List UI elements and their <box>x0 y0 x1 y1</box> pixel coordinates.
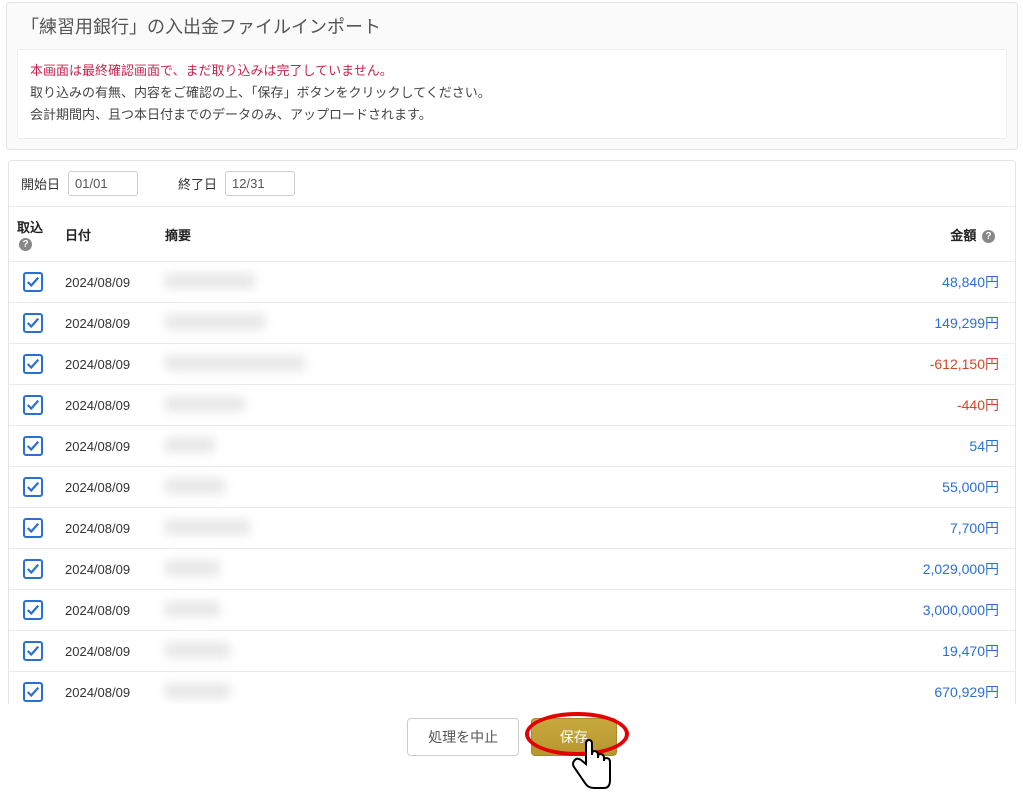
row-date: 2024/08/09 <box>57 590 157 631</box>
import-checkbox[interactable] <box>23 518 43 538</box>
transactions-table-wrap[interactable]: 取込 ? 日付 摘要 金額 ? 2024/08/0948,840円2024/08… <box>8 206 1016 704</box>
row-date: 2024/08/09 <box>57 262 157 303</box>
date-range-row: 開始日 終了日 <box>8 160 1016 206</box>
import-checkbox[interactable] <box>23 682 43 702</box>
row-desc <box>157 303 765 344</box>
notice-line2: 取り込みの有無、内容をご確認の上、「保存」ボタンをクリックしてください。 <box>30 85 491 100</box>
import-checkbox[interactable] <box>23 641 43 661</box>
row-desc <box>157 344 765 385</box>
row-amount: 149,299円 <box>765 303 1015 344</box>
end-date-input[interactable] <box>225 171 295 196</box>
col-amount-header: 金額 ? <box>765 207 1015 262</box>
row-amount: 2,029,000円 <box>765 549 1015 590</box>
help-icon[interactable]: ? <box>982 230 995 243</box>
import-checkbox[interactable] <box>23 559 43 579</box>
row-desc <box>157 426 765 467</box>
start-date-label: 開始日 <box>21 174 60 193</box>
row-amount: 48,840円 <box>765 262 1015 303</box>
start-date-input[interactable] <box>68 171 138 196</box>
notice-line3: 会計期間内、且つ本日付までのデータのみ、アップロードされます。 <box>30 107 432 122</box>
table-row: 2024/08/09 54円 <box>9 426 1015 467</box>
notice-warning: 本画面は最終確認画面で、まだ取り込みは完了していません。 <box>30 63 393 78</box>
row-desc <box>157 590 765 631</box>
import-checkbox[interactable] <box>23 477 43 497</box>
import-panel: 「練習用銀行」の入出金ファイルインポート 本画面は最終確認画面で、まだ取り込みは… <box>6 2 1018 150</box>
row-date: 2024/08/09 <box>57 344 157 385</box>
table-row: 2024/08/09 19,470円 <box>9 631 1015 672</box>
import-checkbox[interactable] <box>23 313 43 333</box>
row-date: 2024/08/09 <box>57 467 157 508</box>
row-amount: 7,700円 <box>765 508 1015 549</box>
row-amount: 55,000円 <box>765 467 1015 508</box>
footer-buttons: 処理を中止 保存 <box>0 718 1024 756</box>
row-date: 2024/08/09 <box>57 385 157 426</box>
help-icon[interactable]: ? <box>19 238 32 251</box>
row-date: 2024/08/09 <box>57 549 157 590</box>
row-desc <box>157 467 765 508</box>
col-date-header: 日付 <box>57 207 157 262</box>
notice-box: 本画面は最終確認画面で、まだ取り込みは完了していません。 取り込みの有無、内容を… <box>17 49 1007 139</box>
row-desc <box>157 549 765 590</box>
cancel-button[interactable]: 処理を中止 <box>407 718 519 756</box>
row-date: 2024/08/09 <box>57 631 157 672</box>
end-date-label: 終了日 <box>178 174 217 193</box>
save-button[interactable]: 保存 <box>531 718 617 756</box>
row-amount: 54円 <box>765 426 1015 467</box>
row-date: 2024/08/09 <box>57 426 157 467</box>
table-row: 2024/08/09 -440円 <box>9 385 1015 426</box>
table-row: 2024/08/09 48,840円 <box>9 262 1015 303</box>
table-row: 2024/08/09 7,700円 <box>9 508 1015 549</box>
page-title: 「練習用銀行」の入出金ファイルインポート <box>7 3 1017 49</box>
transactions-table: 取込 ? 日付 摘要 金額 ? 2024/08/0948,840円2024/08… <box>9 206 1015 704</box>
table-header-row: 取込 ? 日付 摘要 金額 ? <box>9 207 1015 262</box>
table-row: 2024/08/09 2,029,000円 <box>9 549 1015 590</box>
row-date: 2024/08/09 <box>57 508 157 549</box>
import-checkbox[interactable] <box>23 600 43 620</box>
row-amount: 19,470円 <box>765 631 1015 672</box>
row-date: 2024/08/09 <box>57 303 157 344</box>
table-row: 2024/08/09 3,000,000円 <box>9 590 1015 631</box>
import-checkbox[interactable] <box>23 436 43 456</box>
table-row: 2024/08/09 -612,150円 <box>9 344 1015 385</box>
row-date: 2024/08/09 <box>57 672 157 704</box>
import-checkbox[interactable] <box>23 272 43 292</box>
row-desc <box>157 508 765 549</box>
row-desc <box>157 385 765 426</box>
table-row: 2024/08/09 55,000円 <box>9 467 1015 508</box>
col-desc-header: 摘要 <box>157 207 765 262</box>
row-amount: 670,929円 <box>765 672 1015 704</box>
import-checkbox[interactable] <box>23 395 43 415</box>
row-amount: 3,000,000円 <box>765 590 1015 631</box>
import-checkbox[interactable] <box>23 354 43 374</box>
row-desc <box>157 631 765 672</box>
row-desc <box>157 672 765 704</box>
table-row: 2024/08/09 670,929円 <box>9 672 1015 704</box>
row-amount: -612,150円 <box>765 344 1015 385</box>
row-desc <box>157 262 765 303</box>
row-amount: -440円 <box>765 385 1015 426</box>
table-row: 2024/08/09 149,299円 <box>9 303 1015 344</box>
col-import-header: 取込 ? <box>9 207 57 262</box>
